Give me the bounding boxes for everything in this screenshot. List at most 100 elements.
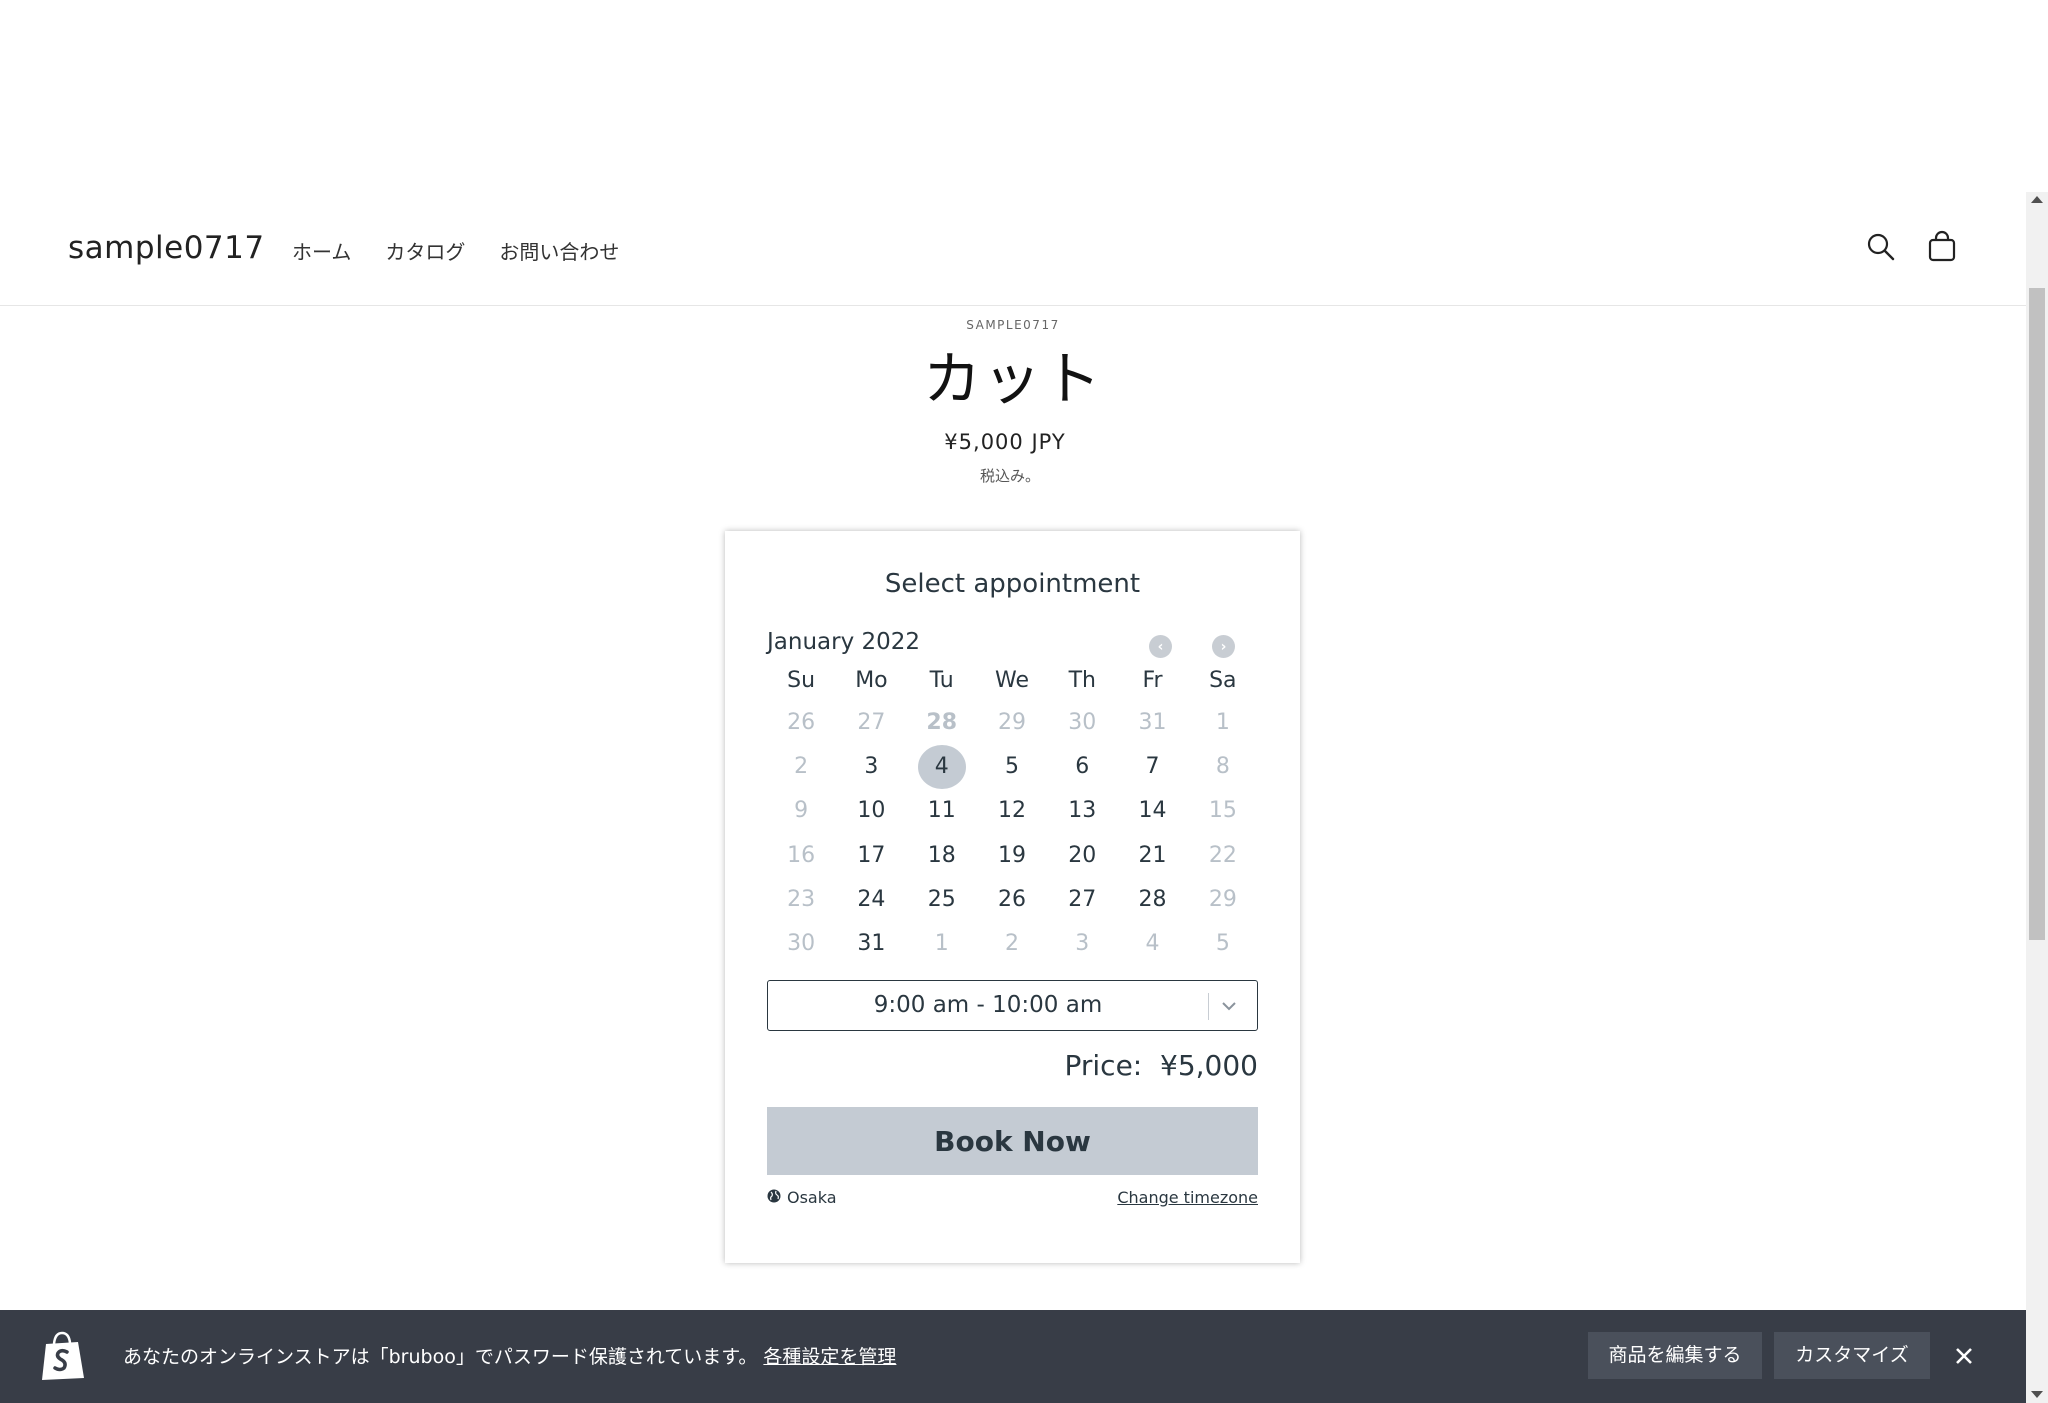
calendar-day[interactable]: 31 [836,922,906,966]
nav-contact[interactable]: お問い合わせ [499,236,619,265]
calendar-day-number: 4 [917,745,966,790]
calendar-day: 4 [1117,922,1187,966]
scroll-up-arrow-icon[interactable] [2031,196,2043,203]
calendar-week-row: 9 10 11 12 13 14 15 [766,789,1258,833]
calendar-day: 30 [1047,701,1117,745]
calendar-day-number: 6 [1075,754,1090,780]
product-title: カット [922,345,1103,413]
calendar-week-row: 26 27 28 29 30 31 1 [766,701,1258,745]
globe-icon [767,1188,781,1207]
calendar-day-number: 17 [857,842,886,868]
calendar-day-number: 2 [1004,931,1019,957]
calendar-day: 29 [1188,878,1258,922]
store-logo[interactable]: sample0717 [68,230,265,266]
calendar-day[interactable]: 10 [836,789,906,833]
booking-widget: Select appointment January 2022 ‹ › Su Mo… [725,531,1300,1263]
password-protection-message: あなたのオンラインストアは「bruboo」でパスワード保護されています。 各種設定… [123,1342,896,1369]
main-nav: ホーム カタログ お問い合わせ [292,236,653,265]
close-icon[interactable] [1952,1344,1976,1368]
calendar-day-selected[interactable]: 4 [907,745,977,790]
calendar-weeks: 26 27 28 29 30 31 1 2 3 4 5 6 7 8 9 10 11 12 13 14 15 16 17 18 1… [766,701,1258,966]
calendar-day-number: 3 [1075,931,1090,957]
book-now-button[interactable]: Book Now [767,1107,1258,1175]
calendar-day[interactable]: 20 [1047,834,1117,878]
calendar-day: 3 [1047,922,1117,966]
calendar-day-number: 14 [1138,798,1167,824]
next-month-icon[interactable]: › [1212,635,1235,658]
calendar-day-number: 30 [1068,710,1097,736]
calendar-day: 15 [1188,789,1258,833]
booking-title: Select appointment [884,569,1141,599]
calendar-day-number: 2 [794,754,809,780]
calendar-day: 30 [766,922,836,966]
calendar-week-row: 30 31 1 2 3 4 5 [766,922,1258,966]
calendar-day-number: 20 [1068,842,1097,868]
calendar-day: 9 [766,789,836,833]
calendar-day: 16 [766,834,836,878]
search-icon[interactable] [1864,230,1898,264]
calendar-day[interactable]: 3 [836,745,906,789]
calendar-day[interactable]: 28 [1117,878,1187,922]
weekday-label: Sa [1209,668,1237,693]
calendar-day-number: 12 [997,798,1026,824]
product-vendor: SAMPLE0717 [966,318,1060,332]
customize-button[interactable]: カスタマイズ [1774,1332,1930,1379]
calendar-day[interactable]: 19 [977,834,1047,878]
calendar-day[interactable]: 25 [907,878,977,922]
calendar-day: 27 [836,701,906,745]
timezone-display: Osaka [767,1188,837,1207]
calendar-day[interactable]: 27 [1047,878,1117,922]
calendar-day[interactable]: 5 [977,745,1047,789]
calendar-day-number: 31 [1138,710,1167,736]
scroll-down-arrow-icon[interactable] [2031,1391,2043,1398]
time-slot-select[interactable]: 9:00 am - 10:00 am [767,980,1258,1031]
bar-message-text: あなたのオンラインストアは「bruboo」でパスワード保護されています。 [123,1346,758,1368]
calendar-day[interactable]: 7 [1117,745,1187,789]
calendar-day: 23 [766,878,836,922]
edit-product-button[interactable]: 商品を編集する [1588,1332,1762,1379]
calendar-day-number: 1 [1215,710,1230,736]
weekday-header: Su Mo Tu We Th Fr Sa [766,661,1258,701]
calendar-day-number: 26 [997,886,1026,912]
change-timezone-link[interactable]: Change timezone [1117,1188,1258,1207]
calendar-day: 28 [907,701,977,745]
calendar-day-number: 16 [787,842,816,868]
calendar-day-number: 27 [857,710,886,736]
select-divider [1208,993,1209,1020]
calendar-day-number: 4 [1145,931,1160,957]
calendar-day[interactable]: 26 [977,878,1047,922]
scroll-thumb[interactable] [2029,288,2045,940]
page-scrollbar[interactable] [2026,192,2048,1403]
calendar-day-number: 26 [787,710,816,736]
calendar-day: 1 [1188,701,1258,745]
calendar-day-number: 11 [927,798,956,824]
calendar-day[interactable]: 24 [836,878,906,922]
calendar-day-number: 28 [1138,886,1167,912]
calendar-day[interactable]: 6 [1047,745,1117,789]
admin-bar: あなたのオンラインストアは「bruboo」でパスワード保護されています。 各種設定… [0,1310,2026,1403]
calendar-day[interactable]: 21 [1117,834,1187,878]
calendar-day: 29 [977,701,1047,745]
nav-home[interactable]: ホーム [292,236,351,265]
calendar-day[interactable]: 11 [907,789,977,833]
calendar-day-number: 29 [1208,886,1237,912]
calendar-day[interactable]: 17 [836,834,906,878]
calendar-day[interactable]: 14 [1117,789,1187,833]
nav-catalog[interactable]: カタログ [385,236,465,265]
timezone-label: Osaka [787,1188,837,1207]
calendar-day-number: 29 [997,710,1026,736]
calendar-day[interactable]: 13 [1047,789,1117,833]
manage-settings-link[interactable]: 各種設定を管理 [763,1346,896,1368]
calendar-day-number: 8 [1215,754,1230,780]
weekday-label: Fr [1142,668,1163,693]
calendar-day: 1 [907,922,977,966]
calendar-day[interactable]: 12 [977,789,1047,833]
calendar-day[interactable]: 18 [907,834,977,878]
calendar-grid: Su Mo Tu We Th Fr Sa 26 27 28 29 30 31 1 2 3 4 5 6 7 8 9 10 11… [766,661,1258,966]
prev-month-icon[interactable]: ‹ [1149,635,1172,658]
calendar-day-number: 21 [1138,842,1167,868]
cart-icon[interactable] [1925,230,1959,264]
calendar-day: 8 [1188,745,1258,789]
calendar-day-number: 1 [934,931,949,957]
calendar-day-number: 25 [927,886,956,912]
